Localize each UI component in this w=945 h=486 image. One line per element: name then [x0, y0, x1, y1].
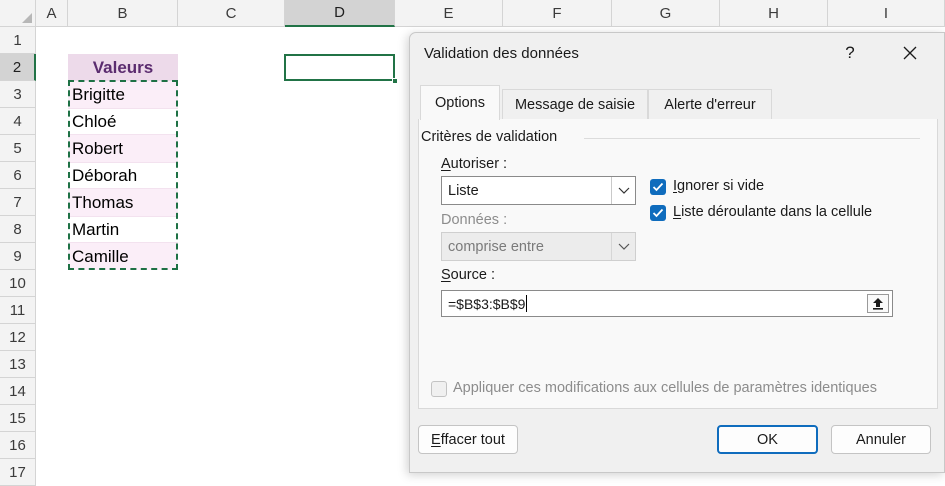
- row-header-8[interactable]: 8: [0, 216, 36, 243]
- tab-error-alert[interactable]: Alerte d'erreur: [648, 89, 772, 119]
- cancel-button[interactable]: Annuler: [831, 425, 931, 454]
- row-header-2[interactable]: 2: [0, 54, 36, 81]
- row-header-7[interactable]: 7: [0, 189, 36, 216]
- ignore-blank-label[interactable]: Ignorer si vide: [673, 178, 764, 194]
- cell-b3[interactable]: Brigitte: [68, 81, 178, 108]
- apply-all-label: Appliquer ces modifications aux cellules…: [453, 380, 877, 396]
- column-header-i[interactable]: I: [828, 0, 945, 27]
- collapse-dialog-button[interactable]: [867, 294, 889, 313]
- checkmark-icon: [652, 208, 664, 218]
- column-header-h[interactable]: H: [720, 0, 828, 27]
- chevron-down-icon: [618, 187, 629, 194]
- row-header-4[interactable]: 4: [0, 108, 36, 135]
- cell-b4[interactable]: Chloé: [68, 108, 178, 135]
- data-label: Données :: [441, 212, 508, 228]
- data-dropdown-button: [611, 233, 635, 260]
- dialog-title: Validation des données: [424, 45, 579, 62]
- row-header-6[interactable]: 6: [0, 162, 36, 189]
- upload-arrow-icon: [873, 298, 883, 310]
- group-divider: [584, 138, 920, 139]
- row-header-11[interactable]: 11: [0, 297, 36, 324]
- row-header-12[interactable]: 12: [0, 324, 36, 351]
- active-cell-d2[interactable]: [284, 54, 395, 81]
- column-header-g[interactable]: G: [612, 0, 720, 27]
- ignore-blank-checkbox[interactable]: [650, 179, 666, 195]
- row-header-1[interactable]: 1: [0, 27, 36, 54]
- row-header-9[interactable]: 9: [0, 243, 36, 270]
- fill-handle[interactable]: [392, 78, 398, 84]
- column-header-b[interactable]: B: [68, 0, 178, 27]
- column-header-d[interactable]: D: [285, 0, 395, 27]
- in-cell-dropdown-label[interactable]: Liste déroulante dans la cellule: [673, 204, 872, 220]
- clear-all-button[interactable]: Effacer tout: [418, 425, 518, 454]
- select-all-corner[interactable]: [0, 0, 36, 27]
- chevron-down-icon: [618, 243, 629, 250]
- tab-input-message[interactable]: Message de saisie: [502, 89, 648, 119]
- column-header-c[interactable]: C: [178, 0, 285, 27]
- row-header-5[interactable]: 5: [0, 135, 36, 162]
- cell-b2-header[interactable]: Valeurs: [68, 54, 178, 81]
- source-value: =$B$3:$B$9: [448, 295, 526, 312]
- row-header-14[interactable]: 14: [0, 378, 36, 405]
- row-header-16[interactable]: 16: [0, 432, 36, 459]
- help-button[interactable]: ?: [838, 41, 862, 65]
- data-validation-dialog: Validation des données ? Options Message…: [409, 32, 945, 473]
- checkmark-icon: [652, 182, 664, 192]
- allow-label: Autoriser :: [441, 156, 508, 172]
- text-caret: [526, 295, 528, 312]
- close-icon: [903, 46, 917, 60]
- cell-b7[interactable]: Thomas: [68, 189, 178, 216]
- in-cell-dropdown-checkbox[interactable]: [650, 205, 666, 221]
- cell-b9[interactable]: Camille: [68, 243, 178, 270]
- data-value: comprise entre: [448, 238, 544, 255]
- tab-options[interactable]: Options: [420, 85, 500, 120]
- apply-all-checkbox[interactable]: [431, 381, 447, 397]
- cell-b6[interactable]: Déborah: [68, 162, 178, 189]
- data-select: comprise entre: [441, 232, 636, 261]
- cell-b5[interactable]: Robert: [68, 135, 178, 162]
- source-input[interactable]: =$B$3:$B$9: [441, 290, 893, 317]
- row-header-15[interactable]: 15: [0, 405, 36, 432]
- select-all-icon: [22, 13, 32, 23]
- column-header-e[interactable]: E: [395, 0, 503, 27]
- column-header-a[interactable]: A: [36, 0, 68, 27]
- row-header-13[interactable]: 13: [0, 351, 36, 378]
- column-header-f[interactable]: F: [503, 0, 612, 27]
- allow-dropdown-button[interactable]: [611, 177, 635, 204]
- allow-select[interactable]: Liste: [441, 176, 636, 205]
- allow-value: Liste: [448, 182, 479, 199]
- source-label: Source :: [441, 267, 496, 283]
- close-button[interactable]: [896, 40, 924, 66]
- row-header-3[interactable]: 3: [0, 81, 36, 108]
- cell-b8[interactable]: Martin: [68, 216, 178, 243]
- row-header-10[interactable]: 10: [0, 270, 36, 297]
- validation-criteria-title: Critères de validation: [421, 129, 558, 145]
- ok-button[interactable]: OK: [717, 425, 818, 454]
